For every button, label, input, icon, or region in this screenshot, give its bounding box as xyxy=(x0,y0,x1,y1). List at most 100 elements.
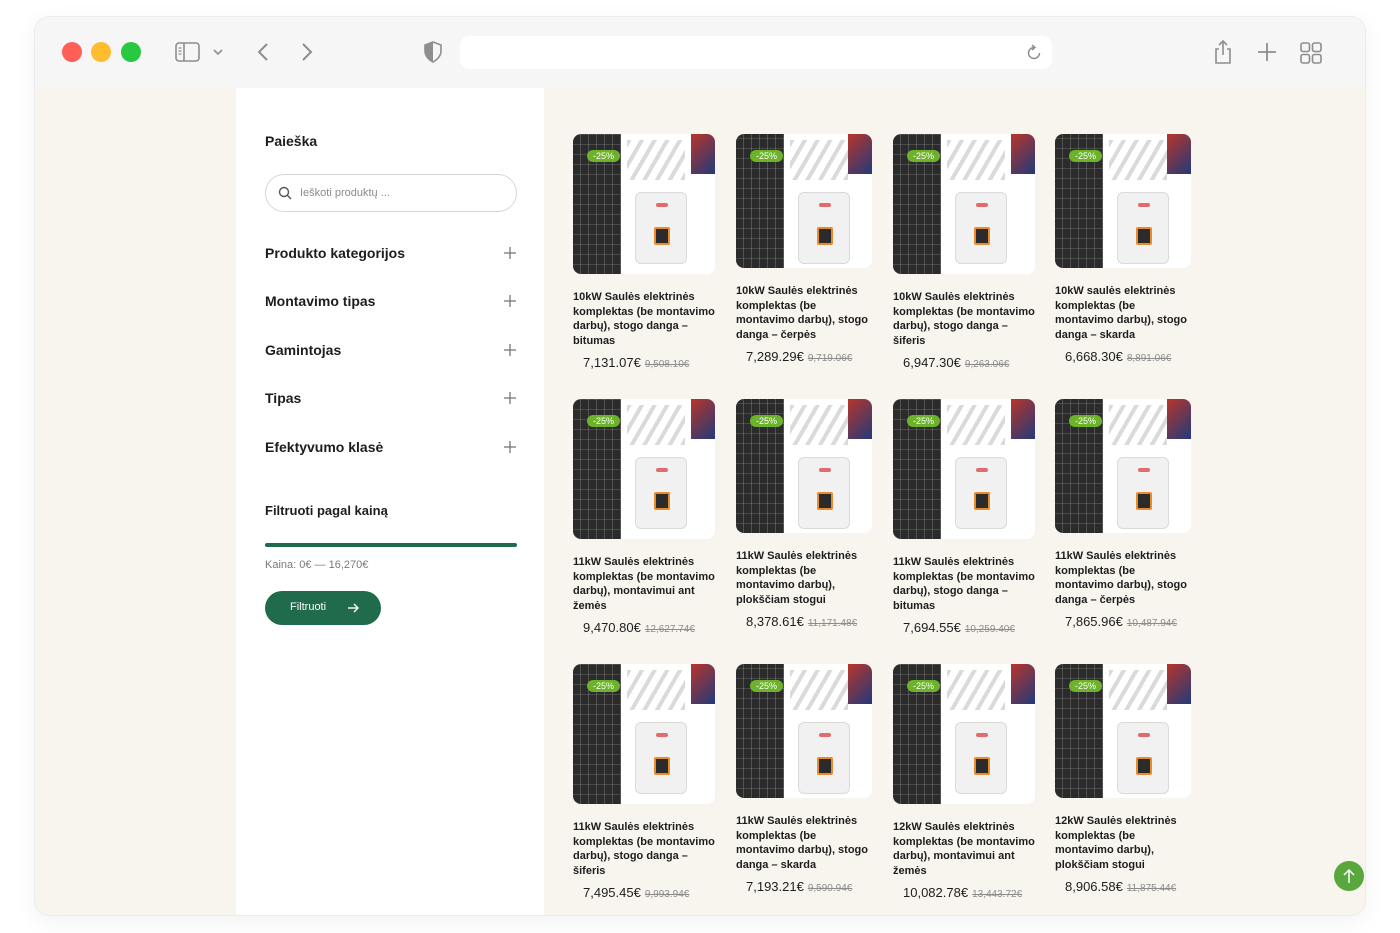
roof-image xyxy=(1167,399,1191,439)
product-image[interactable]: -25% xyxy=(736,664,872,798)
inverter-image xyxy=(955,722,1007,794)
discount-badge: -25% xyxy=(750,150,784,162)
plus-icon[interactable] xyxy=(503,294,517,308)
plus-icon[interactable] xyxy=(503,440,517,454)
inverter-image xyxy=(635,192,687,264)
product-card[interactable]: -25% 10kW saulės elektrinės komplektas (b… xyxy=(1055,134,1191,366)
product-image[interactable]: -25% xyxy=(736,134,872,268)
sale-price: 8,378.61€ xyxy=(746,614,804,629)
price-range-label: Kaina: 0€ — 16,270€ xyxy=(265,559,369,571)
new-tab-icon[interactable] xyxy=(1257,42,1277,62)
product-price: 6,668.30€ 8,891.06€ xyxy=(1055,348,1191,366)
product-title[interactable]: 12kW Saulės elektrinės komplektas (be mo… xyxy=(893,820,1035,878)
share-icon[interactable] xyxy=(1213,39,1233,65)
inverter-image xyxy=(1117,722,1169,794)
search-title: Paieška xyxy=(265,133,318,149)
product-card[interactable]: -25% 11kW Saulės elektrinės komplektas (b… xyxy=(736,664,872,896)
discount-badge: -25% xyxy=(587,680,621,692)
product-title[interactable]: 11kW Saulės elektrinės komplektas (be mo… xyxy=(1055,549,1191,607)
accordion-manufacturer[interactable]: Gamintojas xyxy=(265,339,517,363)
scroll-to-top-button[interactable] xyxy=(1334,861,1364,891)
accordion-mounting-type[interactable]: Montavimo tipas xyxy=(265,290,517,314)
search-box[interactable] xyxy=(265,174,517,212)
product-title[interactable]: 11kW Saulės elektrinės komplektas (be mo… xyxy=(573,820,715,878)
product-title[interactable]: 11kW Saulės elektrinės komplektas (be mo… xyxy=(736,549,872,607)
search-input[interactable] xyxy=(300,183,500,203)
product-card[interactable]: -25% 11kW Saulės elektrinės komplektas (b… xyxy=(893,399,1035,637)
product-title[interactable]: 10kW saulės elektrinės komplektas (be mo… xyxy=(1055,284,1191,342)
accordion-label: Efektyvumo klasė xyxy=(265,439,384,455)
chevron-down-icon[interactable] xyxy=(213,48,223,56)
product-image[interactable]: -25% xyxy=(893,134,1035,274)
reload-icon[interactable] xyxy=(1026,43,1042,61)
product-price: 9,470.80€ 12,627.74€ xyxy=(573,619,715,637)
product-title[interactable]: 11kW Saulės elektrinės komplektas (be mo… xyxy=(736,814,872,872)
plus-icon[interactable] xyxy=(503,343,517,357)
shield-icon[interactable] xyxy=(423,41,443,63)
arrow-up-icon xyxy=(1343,868,1355,883)
product-card[interactable]: -25% 11kW Saulės elektrinės komplektas (b… xyxy=(1055,399,1191,631)
product-title[interactable]: 10kW Saulės elektrinės komplektas (be mo… xyxy=(736,284,872,342)
discount-badge: -25% xyxy=(1069,150,1103,162)
product-image[interactable]: -25% xyxy=(1055,399,1191,533)
mounting-rails-image xyxy=(947,670,1005,710)
product-card[interactable]: -25% 12kW Saulės elektrinės komplektas (b… xyxy=(1055,664,1191,896)
product-image[interactable]: -25% xyxy=(573,399,715,539)
filter-sidebar: Paieška Produkto kategorijos Montavimo t… xyxy=(236,88,544,915)
product-image[interactable]: -25% xyxy=(573,134,715,274)
accordion-efficiency-class[interactable]: Efektyvumo klasė xyxy=(265,436,517,460)
inverter-image xyxy=(1117,457,1169,529)
product-image[interactable]: -25% xyxy=(736,399,872,533)
address-bar[interactable] xyxy=(460,36,1052,69)
product-image[interactable]: -25% xyxy=(573,664,715,804)
minimize-window-button[interactable] xyxy=(91,42,111,62)
product-title[interactable]: 11kW Saulės elektrinės komplektas (be mo… xyxy=(573,555,715,613)
product-title[interactable]: 10kW Saulės elektrinės komplektas (be mo… xyxy=(893,290,1035,348)
product-price: 6,947.30€ 9,263.06€ xyxy=(893,354,1035,372)
product-title[interactable]: 12kW Saulės elektrinės komplektas (be mo… xyxy=(1055,814,1191,872)
product-card[interactable]: -25% 11kW Saulės elektrinės komplektas (b… xyxy=(573,399,715,637)
back-icon[interactable] xyxy=(257,42,269,62)
product-card[interactable]: -25% 10kW Saulės elektrinės komplektas (b… xyxy=(573,134,715,372)
inverter-image xyxy=(635,457,687,529)
roof-image xyxy=(1011,134,1035,174)
roof-image xyxy=(848,399,872,439)
mounting-rails-image xyxy=(627,670,685,710)
product-title[interactable]: 10kW Saulės elektrinės komplektas (be mo… xyxy=(573,290,715,348)
product-price: 8,378.61€ 11,171.48€ xyxy=(736,613,872,631)
sale-price: 8,906.58€ xyxy=(1065,879,1123,894)
original-price: 9,263.06€ xyxy=(964,359,1010,370)
product-image[interactable]: -25% xyxy=(1055,134,1191,268)
inverter-image xyxy=(1117,192,1169,264)
inverter-image xyxy=(798,722,850,794)
mounting-rails-image xyxy=(947,405,1005,445)
product-image[interactable]: -25% xyxy=(893,399,1035,539)
product-price: 7,193.21€ 9,590.94€ xyxy=(736,878,872,896)
product-card[interactable]: -25% 11kW Saulės elektrinės komplektas (b… xyxy=(573,664,715,902)
original-price: 10,259.40€ xyxy=(964,624,1015,635)
product-title[interactable]: 11kW Saulės elektrinės komplektas (be mo… xyxy=(893,555,1035,613)
price-range-slider[interactable] xyxy=(265,543,517,547)
plus-icon[interactable] xyxy=(503,246,517,260)
product-image[interactable]: -25% xyxy=(1055,664,1191,798)
tab-overview-icon[interactable] xyxy=(1300,42,1322,64)
sidebar-icon[interactable] xyxy=(175,42,200,62)
close-window-button[interactable] xyxy=(62,42,82,62)
product-card[interactable]: -25% 10kW Saulės elektrinės komplektas (b… xyxy=(893,134,1035,372)
product-image[interactable]: -25% xyxy=(893,664,1035,804)
product-card[interactable]: -25% 11kW Saulės elektrinės komplektas (b… xyxy=(736,399,872,631)
product-card[interactable]: -25% 12kW Saulės elektrinės komplektas (b… xyxy=(893,664,1035,902)
original-price: 12,627.74€ xyxy=(644,624,695,635)
mounting-rails-image xyxy=(790,670,848,710)
discount-badge: -25% xyxy=(587,150,621,162)
original-price: 9,590.94€ xyxy=(807,883,853,894)
filter-button[interactable]: Filtruoti xyxy=(265,591,381,625)
forward-icon[interactable] xyxy=(301,42,313,62)
product-card[interactable]: -25% 10kW Saulės elektrinės komplektas (b… xyxy=(736,134,872,366)
zoom-window-button[interactable] xyxy=(121,42,141,62)
plus-icon[interactable] xyxy=(503,391,517,405)
accordion-type[interactable]: Tipas xyxy=(265,387,517,411)
accordion-product-categories[interactable]: Produkto kategorijos xyxy=(265,242,517,266)
original-price: 9,508.10€ xyxy=(644,359,690,370)
mounting-rails-image xyxy=(947,140,1005,180)
